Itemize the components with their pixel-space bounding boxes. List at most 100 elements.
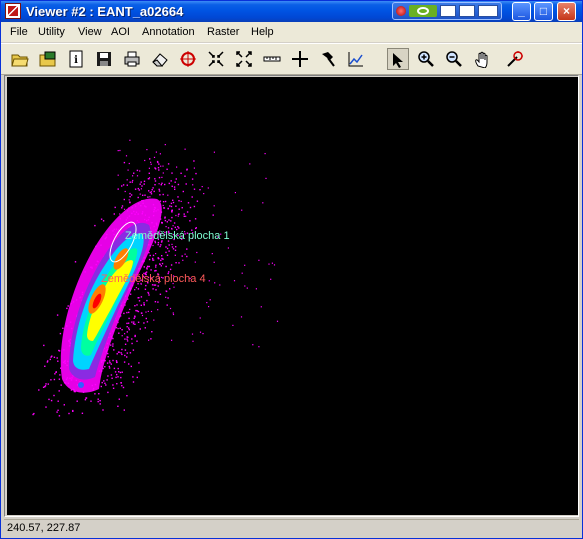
scatter-point [159, 194, 161, 196]
scatter-point [165, 290, 167, 292]
open-folder-icon[interactable] [9, 48, 31, 70]
scatter-point [126, 311, 128, 314]
scatter-point [126, 179, 128, 181]
menu-utility[interactable]: Utility [38, 26, 65, 38]
window-ctrl-icon[interactable] [440, 5, 456, 17]
scatter-point [199, 331, 202, 333]
window-title: Viewer #2 : EANT_a02664 [26, 4, 184, 19]
crosshair-icon[interactable] [289, 48, 311, 70]
profile-icon[interactable] [345, 48, 367, 70]
scatter-point [158, 169, 160, 171]
scatter-point [174, 254, 176, 256]
menu-file[interactable]: File [10, 26, 28, 38]
scatter-point [176, 166, 178, 168]
scatter-point [143, 180, 146, 182]
send-window-icon[interactable] [459, 5, 475, 17]
scatter-point [112, 345, 114, 347]
scatter-point [113, 349, 115, 351]
aoi-label-plocha-4[interactable]: Zemědělská plocha 4 [101, 273, 206, 285]
scatter-point [117, 367, 119, 370]
aoi-label-plocha-1[interactable]: Zemědělská plocha 1 [125, 230, 230, 242]
fit-outward-icon[interactable] [233, 48, 255, 70]
scatter-point [171, 216, 173, 219]
scatter-point [109, 362, 111, 364]
scatter-point [57, 400, 59, 402]
fit-inward-icon[interactable] [205, 48, 227, 70]
pan-hand-icon[interactable] [471, 48, 493, 70]
scatter-point [186, 255, 188, 258]
zoom-out-icon[interactable] [443, 48, 465, 70]
save-icon[interactable] [93, 48, 115, 70]
info-icon[interactable]: i [65, 48, 87, 70]
scatter-point [136, 376, 138, 379]
scatter-point [164, 216, 166, 218]
scatter-point [113, 213, 115, 215]
scatter-point [172, 199, 174, 201]
close-button[interactable]: × [557, 2, 576, 21]
scatter-point [46, 361, 49, 363]
scatter-point [43, 344, 45, 347]
scatter-point [175, 214, 177, 217]
scatter-point [170, 180, 172, 182]
scatter-point [146, 149, 148, 151]
print-icon[interactable] [121, 48, 143, 70]
scatter-point [138, 371, 140, 373]
menu-annotation[interactable]: Annotation [142, 26, 195, 38]
stretch-window-icon[interactable] [478, 5, 498, 17]
scatter-point [152, 254, 155, 257]
menu-view[interactable]: View [78, 26, 102, 38]
scatter-point [211, 253, 213, 255]
minimize-button[interactable]: _ [512, 2, 531, 21]
scatter-point [42, 386, 45, 388]
tool-palette-icon[interactable] [317, 48, 339, 70]
scatter-point [151, 189, 153, 191]
scatter-point [126, 395, 128, 397]
scatter-point [128, 327, 130, 329]
menu-aoi[interactable]: AOI [111, 26, 130, 38]
cursor-coordinates: 240.57, 227.87 [7, 522, 81, 534]
scatter-point [185, 183, 187, 185]
title-bar[interactable]: Viewer #2 : EANT_a02664 _ □ × [1, 1, 582, 22]
scatter-point [132, 175, 134, 177]
scatterplot-viewport[interactable]: Zemědělská plocha 1 Zemědělská plocha 4 [7, 77, 578, 515]
eraser-icon[interactable] [149, 48, 171, 70]
select-pointer-icon[interactable] [387, 48, 409, 70]
zoom-in-icon[interactable] [415, 48, 437, 70]
record-icon[interactable] [396, 6, 406, 16]
scatter-point [146, 268, 148, 270]
scatter-point [164, 183, 166, 186]
scatter-point [132, 349, 135, 351]
scatter-point [131, 321, 133, 323]
viewer-window: Viewer #2 : EANT_a02664 _ □ × File Utili… [0, 0, 583, 539]
scatter-point [152, 288, 154, 290]
scatter-point [195, 227, 197, 230]
scatter-point [137, 310, 140, 313]
magnifier-wand-icon[interactable] [504, 48, 526, 70]
scatter-point [193, 205, 196, 208]
scatter-point [170, 264, 173, 266]
scatter-point [156, 160, 159, 163]
nvidia-icon[interactable] [409, 5, 437, 17]
scatter-point [144, 288, 147, 290]
scatter-point [171, 172, 173, 174]
scatter-point [129, 293, 132, 295]
scatter-point [124, 343, 127, 345]
scatter-point [149, 196, 151, 198]
scatter-point [166, 254, 169, 256]
scatter-point [160, 265, 162, 267]
menu-raster[interactable]: Raster [207, 26, 239, 38]
menu-help[interactable]: Help [251, 26, 274, 38]
scatter-point [150, 193, 153, 195]
scatter-point [140, 188, 142, 190]
scatter-point [162, 258, 164, 260]
scatter-point [249, 163, 251, 165]
app-icon[interactable] [5, 3, 21, 19]
maximize-button[interactable]: □ [534, 2, 553, 21]
scatter-point [126, 322, 128, 325]
measure-icon[interactable] [261, 48, 283, 70]
inquire-cursor-icon[interactable] [177, 48, 199, 70]
open-raster-icon[interactable] [37, 48, 59, 70]
scatter-point [143, 302, 145, 304]
scatter-point [110, 344, 112, 346]
scatter-point [128, 317, 130, 320]
